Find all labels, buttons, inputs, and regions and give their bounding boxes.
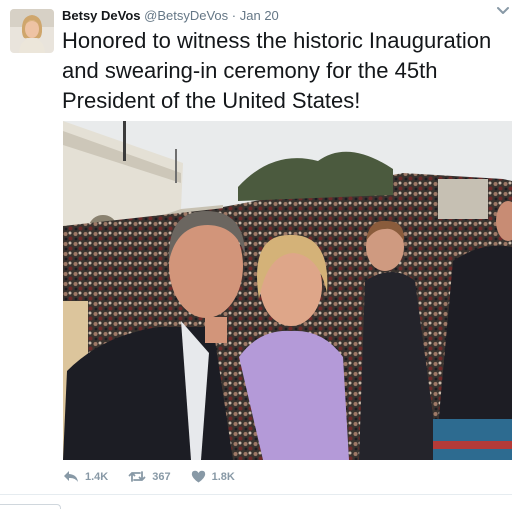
avatar[interactable]: [10, 9, 54, 53]
tweet-photo[interactable]: [63, 121, 512, 460]
tweet-text: Honored to witness the historic Inaugura…: [62, 28, 492, 113]
tweet-divider: [0, 494, 512, 495]
tweet-header: Betsy DeVos @BetsyDeVos · Jan 20: [62, 8, 279, 23]
header-separator: ·: [231, 8, 237, 23]
author-name[interactable]: Betsy DeVos: [62, 8, 141, 23]
next-tweet-edge: [0, 504, 61, 509]
retweet-count: 367: [152, 470, 171, 483]
reply-icon: [64, 471, 78, 482]
retweet-icon: [128, 471, 146, 482]
tweet-actions: 1.4K 367 1.8K: [63, 470, 255, 483]
reply-button[interactable]: 1.4K: [63, 470, 108, 483]
chevron-down-icon[interactable]: [496, 6, 510, 16]
inauguration-photo: [63, 121, 512, 460]
retweet-button[interactable]: 367: [128, 470, 171, 483]
like-count: 1.8K: [211, 470, 235, 483]
avatar-image: [10, 9, 54, 53]
heart-icon: [191, 470, 205, 483]
author-handle[interactable]: @BetsyDeVos: [144, 8, 228, 23]
reply-count: 1.4K: [85, 470, 109, 483]
like-button[interactable]: 1.8K: [191, 470, 235, 483]
tweet-date[interactable]: Jan 20: [240, 8, 279, 23]
